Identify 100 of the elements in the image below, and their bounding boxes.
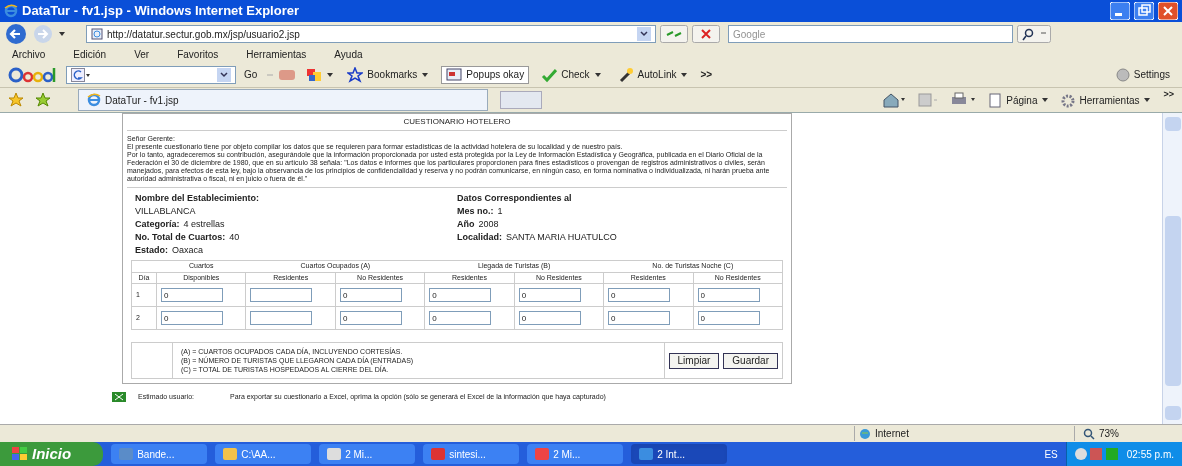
input-field[interactable]: 0 [608,311,671,325]
input-field[interactable]: 0 [429,288,492,302]
taskbar-button[interactable]: Bande... [111,444,208,464]
wand-icon [617,66,634,83]
input-field[interactable]: 0 [161,311,224,325]
star-icon [347,66,364,83]
caret-icon [680,71,689,78]
g-icon [71,67,91,82]
toolbar-button[interactable]: AutoLink [613,66,693,83]
form-button[interactable]: Guardar [723,352,778,369]
browser-tab[interactable]: DataTur - fv1.jsp [78,89,488,111]
input-field[interactable]: 0 [697,288,760,302]
favorites-star-icon[interactable] [8,92,24,108]
zoom-control[interactable]: 73% [1074,426,1174,441]
language-indicator[interactable]: ES [1044,446,1058,462]
menu-item[interactable]: Archivo [8,46,50,62]
home-icon[interactable] [882,92,907,108]
caret-icon [1041,97,1050,103]
go-button[interactable]: Go [244,67,258,82]
search-field[interactable]: Google [728,25,1013,43]
field-value: 1 [497,205,503,217]
field-value: 4 estrellas [183,218,225,230]
input-field[interactable] [250,311,313,325]
taskbar-button[interactable]: sintesi... [423,444,520,464]
input-field[interactable]: 0 [429,311,492,325]
taskbar-button[interactable]: C:\AA... [215,444,312,464]
field-value: SANTA MARIA HUATULCO [506,231,617,243]
spreadsheet-icon[interactable] [112,392,126,402]
browser-icon [4,4,18,18]
field-label: Estado: [135,244,168,256]
menu-item[interactable]: Edición [69,46,111,62]
popup-icon [446,66,463,83]
settings-icon [1115,67,1130,82]
menu-item[interactable]: Favoritos [173,46,223,62]
command-button[interactable]: Herramientas [1061,92,1152,108]
field-label: Año [457,218,475,230]
field-label: Mes no.: [457,205,494,217]
caret-icon [421,71,430,78]
field-value: 2008 [478,218,499,230]
browser-icon [87,93,101,107]
toolbar-search-field[interactable] [66,65,236,84]
menu-item[interactable]: Herramientas [242,46,311,62]
checkmark-icon [541,66,558,83]
more-button[interactable]: >> [700,67,713,82]
toolbar-button[interactable]: Check [537,66,606,83]
window-icon [535,448,550,460]
minimize-icon[interactable] [1110,2,1130,20]
window-icon [639,448,654,460]
menu-item[interactable]: Ver [130,46,154,62]
field-label: Nombre del Establecimiento: [135,192,261,204]
close-icon[interactable] [1158,2,1178,20]
more-button[interactable]: >> [1163,88,1174,102]
field-value: Oaxaca [172,244,204,256]
form-title: CUESTIONARIO HOTELERO [127,114,787,131]
page-icon [988,92,1003,108]
clock: 02:55 p.m. [1126,447,1174,462]
taskbar-button[interactable]: 2 Mi... [527,444,624,464]
taskbar-button[interactable]: 2 Mi... [319,444,416,464]
field-label: Categoría: [135,218,180,230]
stop-icon[interactable] [692,25,720,43]
window-icon [223,448,238,460]
settings-button[interactable]: Settings [1115,67,1170,82]
input-field[interactable]: 0 [161,288,224,302]
scrollbar[interactable] [1162,113,1182,424]
field-label: No. Total de Cuartos: [135,231,226,243]
section-label: Datos Correspondientes al [457,192,573,204]
start-button[interactable]: Inicio [0,442,104,466]
gear-icon [1061,92,1076,108]
form-button[interactable]: Limpiar [668,352,720,369]
refresh-icon[interactable] [660,25,688,43]
caret-icon [1143,97,1152,103]
command-button[interactable]: Página [988,92,1050,108]
window-icon [431,448,446,460]
input-field[interactable]: 0 [339,311,402,325]
input-field[interactable]: 0 [339,288,402,302]
back-icon[interactable] [4,23,28,45]
address-field[interactable]: http://datatur.sectur.gob.mx/jsp/usuario2.jsp [86,25,656,43]
zoom-icon [1083,427,1095,440]
tray-icons-drawing[interactable] [1074,447,1119,461]
globe-icon [859,427,871,440]
taskbar-button[interactable]: 2 Int... [631,444,728,464]
window-icon [327,448,342,460]
toolbar-icons-drawing[interactable] [265,66,336,83]
toolbar-button[interactable]: Bookmarks [343,66,434,83]
field-label: Localidad: [457,231,502,243]
restore-icon[interactable] [1134,2,1154,20]
input-field[interactable]: 0 [697,311,760,325]
caret-icon [593,71,602,78]
toolbar-button[interactable]: Popups okay [441,65,530,84]
zone-indicator: Internet [854,426,1074,441]
page-icon [91,28,103,40]
dropdown-icon [217,67,231,82]
menu-item[interactable]: Ayuda [330,46,367,62]
input-field[interactable]: 0 [518,288,581,302]
input-field[interactable]: 0 [608,288,671,302]
input-field[interactable]: 0 [518,311,581,325]
input-field[interactable] [250,288,313,302]
caret-icon[interactable] [58,31,66,37]
search-icon[interactable] [1017,25,1051,43]
dropdown-icon [637,27,651,41]
